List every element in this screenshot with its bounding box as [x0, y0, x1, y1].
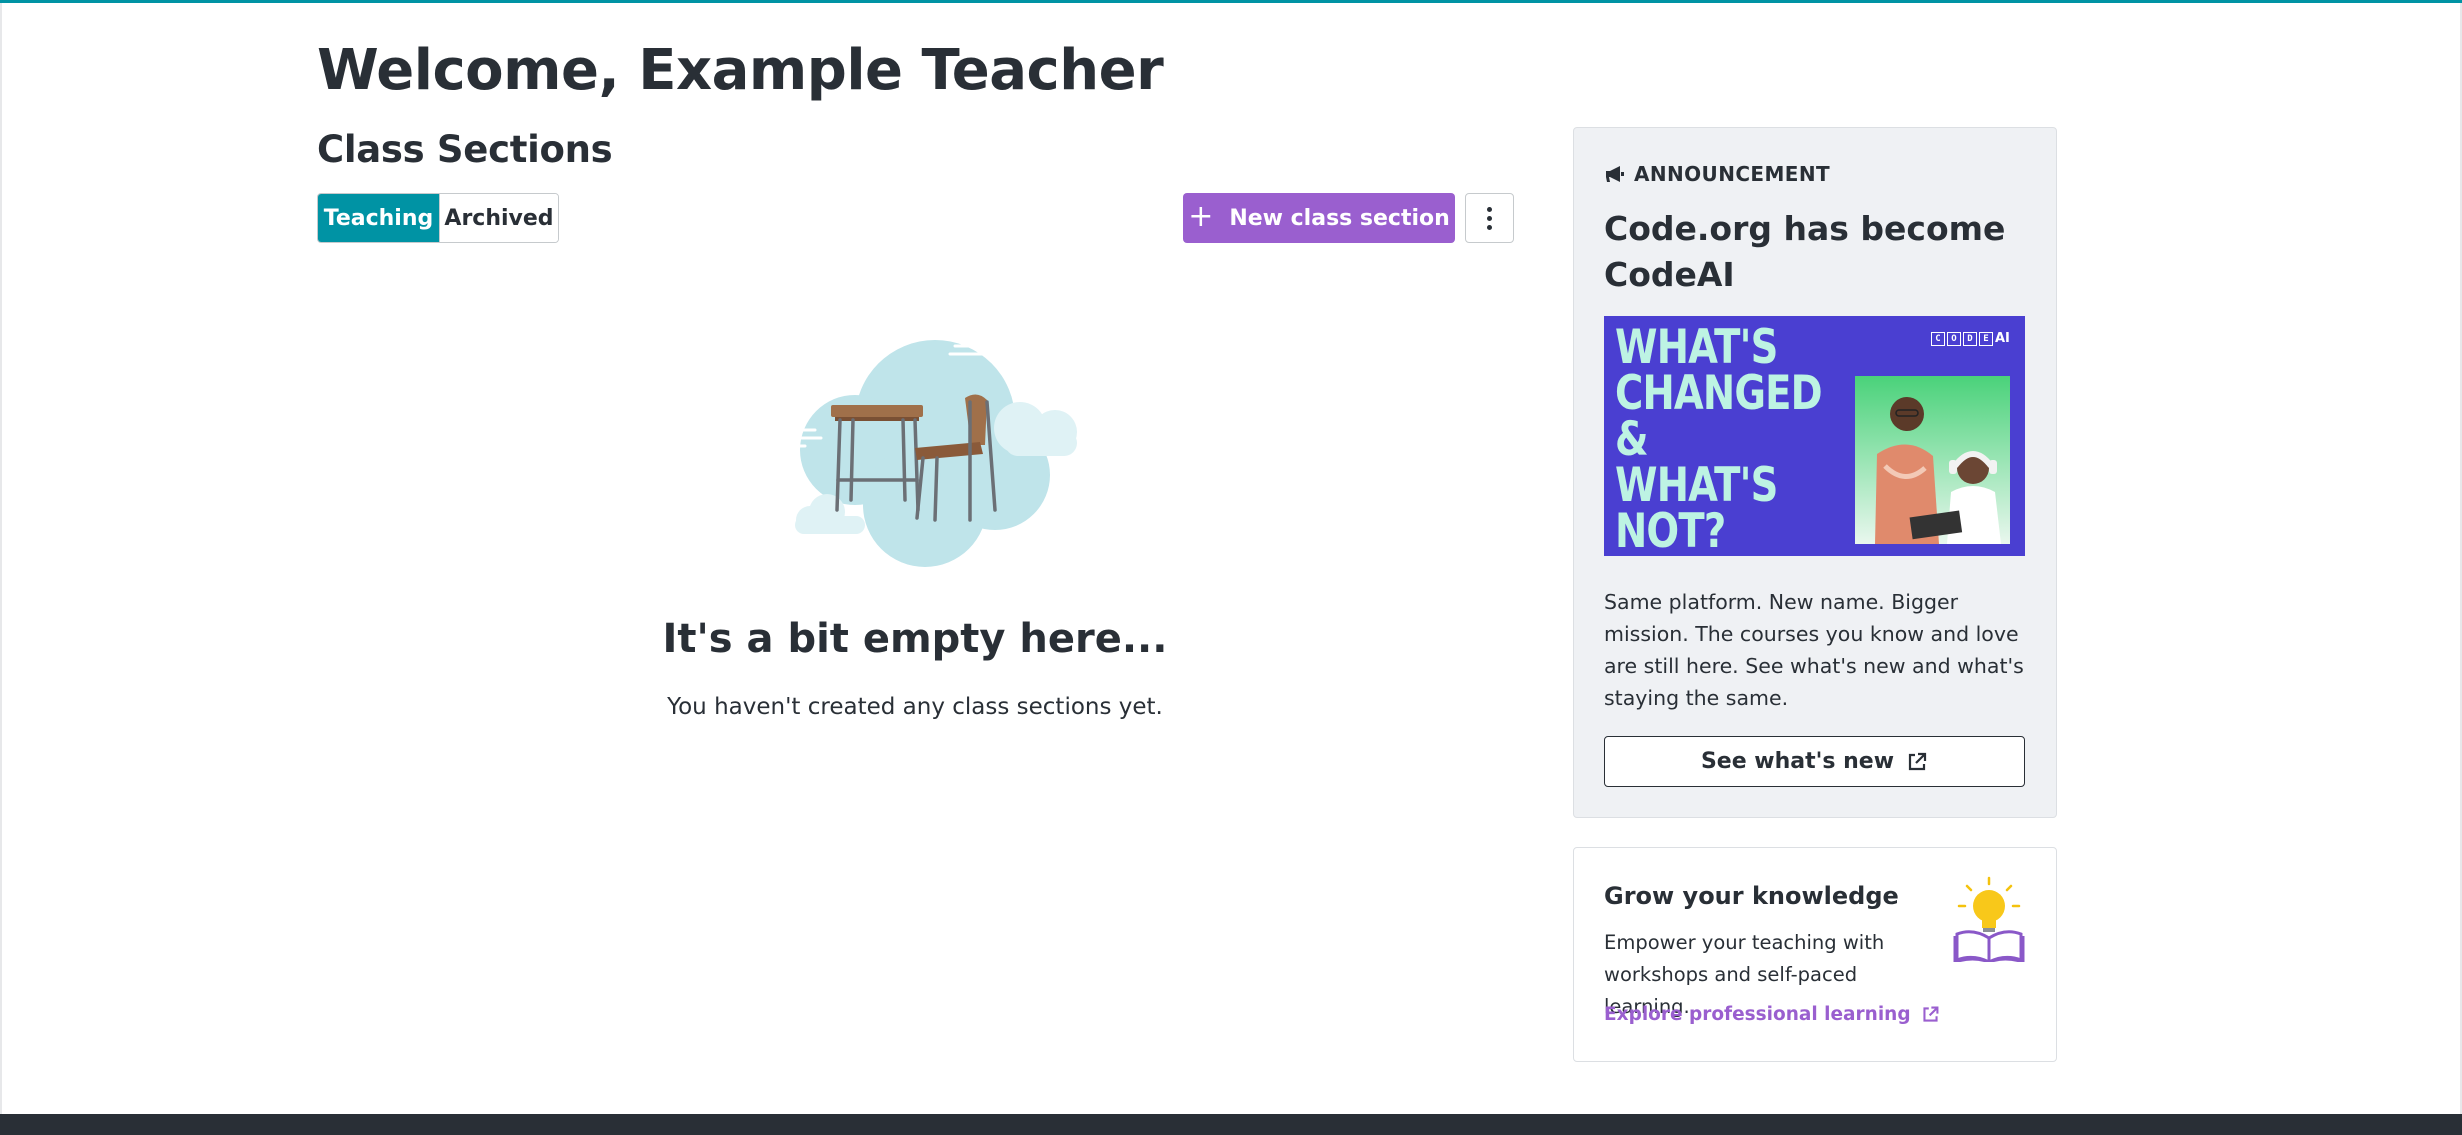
- empty-state-title: It's a bit empty here...: [662, 616, 1168, 662]
- empty-state-subtitle: You haven't created any class sections y…: [667, 694, 1163, 720]
- announcement-title: Code.org has become CodeAI: [1604, 209, 2006, 294]
- grow-knowledge-title: Grow your knowledge: [1604, 882, 1899, 910]
- announcement-image: WHAT'S CHANGED & WHAT'S NOT? C O D E AI: [1604, 316, 2025, 556]
- logo-letter: D: [1963, 332, 1977, 346]
- lightbulb-book-icon: [1953, 876, 2025, 962]
- external-link-icon: [1908, 752, 1927, 770]
- codeai-logo: C O D E AI: [1931, 332, 2015, 346]
- more-vertical-icon-dot: [1487, 215, 1492, 221]
- logo-letter: E: [1979, 332, 1993, 346]
- logo-letter: O: [1947, 332, 1961, 346]
- teacher-student-photo: [1855, 376, 2010, 544]
- explore-professional-learning-label: Explore professional learning: [1604, 1004, 1911, 1025]
- new-class-section-button[interactable]: + New class section: [1183, 193, 1455, 243]
- section-tabs: Teaching Archived: [317, 193, 559, 243]
- announcement-image-headline: WHAT'S CHANGED & WHAT'S NOT?: [1615, 320, 1823, 556]
- grow-knowledge-card: Grow your knowledge Empower your teachin…: [1573, 847, 2057, 1062]
- welcome-heading: Welcome, Example Teacher: [317, 38, 1164, 103]
- tab-archived[interactable]: Archived: [439, 194, 558, 242]
- class-sections-title: Class Sections: [317, 128, 613, 171]
- footer-bar: [0, 1114, 2462, 1135]
- announcement-body: Same platform. New name. Bigger mission.…: [1604, 590, 2024, 710]
- announcement-card: ANNOUNCEMENT Code.org has become CodeAI …: [1573, 127, 2057, 818]
- tab-teaching[interactable]: Teaching: [318, 194, 439, 242]
- empty-classroom-illustration: [769, 336, 1077, 567]
- explore-professional-learning-link[interactable]: Explore professional learning: [1604, 1004, 1940, 1025]
- megaphone-icon: [1606, 166, 1624, 182]
- more-options-button[interactable]: [1465, 193, 1514, 243]
- more-vertical-icon: [1487, 206, 1492, 212]
- plus-icon: +: [1188, 198, 1214, 234]
- logo-letter: AI: [1995, 331, 2010, 346]
- announcement-label-row: ANNOUNCEMENT: [1604, 162, 1830, 186]
- announcement-label: ANNOUNCEMENT: [1634, 162, 1831, 186]
- logo-letter: C: [1931, 332, 1945, 346]
- new-class-section-label: New class section: [1229, 205, 1450, 231]
- see-whats-new-label: See what's new: [1700, 749, 1895, 774]
- see-whats-new-button[interactable]: See what's new: [1604, 736, 2025, 787]
- more-vertical-icon-dot: [1487, 224, 1492, 230]
- external-link-icon: [1922, 1006, 1939, 1022]
